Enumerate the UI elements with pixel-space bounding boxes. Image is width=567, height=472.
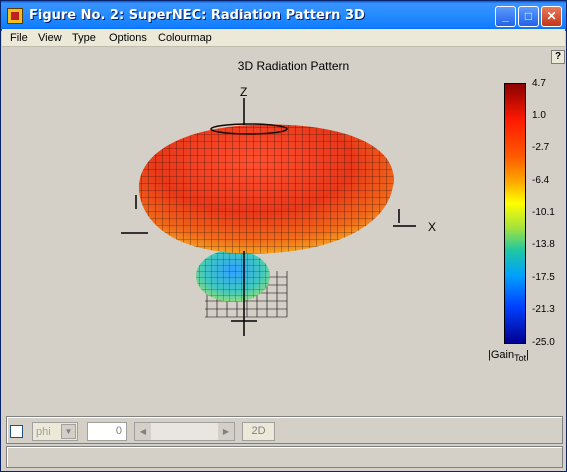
colorbar-tick: -25.0 <box>532 337 555 348</box>
slider-left-arrow-icon[interactable]: ◀ <box>135 423 151 440</box>
colorbar-tick: -17.5 <box>532 272 555 283</box>
window-title: Figure No. 2: SuperNEC: Radiation Patter… <box>29 8 365 23</box>
colorbar <box>504 83 526 344</box>
colorbar-tick: -6.4 <box>532 175 550 186</box>
menu-file[interactable]: File <box>10 32 28 44</box>
radiation-pattern-plot[interactable]: Z X <box>1 47 501 347</box>
lower-lobe <box>196 250 270 302</box>
menu-bar: File View Type Options Colourmap <box>2 29 565 47</box>
angle-value-field[interactable]: 0 <box>87 422 127 441</box>
z-axis-label: Z <box>240 85 247 99</box>
menu-options[interactable]: Options <box>109 32 147 44</box>
colorbar-label: |GainTot| <box>488 349 529 364</box>
angle-select-value: phi <box>36 426 51 438</box>
cut-plane-checkbox[interactable] <box>10 425 23 438</box>
minimize-button[interactable]: _ <box>495 6 516 27</box>
x-axis-label: X <box>428 220 436 234</box>
colorbar-tick: -10.1 <box>532 207 555 218</box>
maximize-button[interactable]: □ <box>518 6 539 27</box>
matlab-logo-icon <box>7 8 23 24</box>
slider-right-arrow-icon[interactable]: ▶ <box>218 423 234 440</box>
colorbar-tick: 1.0 <box>532 110 546 121</box>
angle-slider[interactable]: ◀ ▶ <box>134 422 235 441</box>
menu-type[interactable]: Type <box>72 32 96 44</box>
colorbar-tick: -13.8 <box>532 239 555 250</box>
close-button[interactable]: ✕ <box>541 6 562 27</box>
colorbar-tick: 4.7 <box>532 78 546 89</box>
chevron-down-icon[interactable]: ▼ <box>61 424 76 439</box>
view-2d-button[interactable]: 2D <box>242 422 275 441</box>
status-bar <box>6 446 563 468</box>
figure-window: Figure No. 2: SuperNEC: Radiation Patter… <box>0 0 567 472</box>
colorbar-tick: -21.3 <box>532 304 555 315</box>
colorbar-tick: -2.7 <box>532 142 550 153</box>
angle-select[interactable]: phi ▼ <box>32 422 78 441</box>
menu-view[interactable]: View <box>38 32 62 44</box>
main-lobe-torus <box>138 123 394 254</box>
title-bar[interactable]: Figure No. 2: SuperNEC: Radiation Patter… <box>1 1 566 31</box>
menu-colourmap[interactable]: Colourmap <box>158 32 212 44</box>
help-button[interactable]: ? <box>551 50 565 64</box>
